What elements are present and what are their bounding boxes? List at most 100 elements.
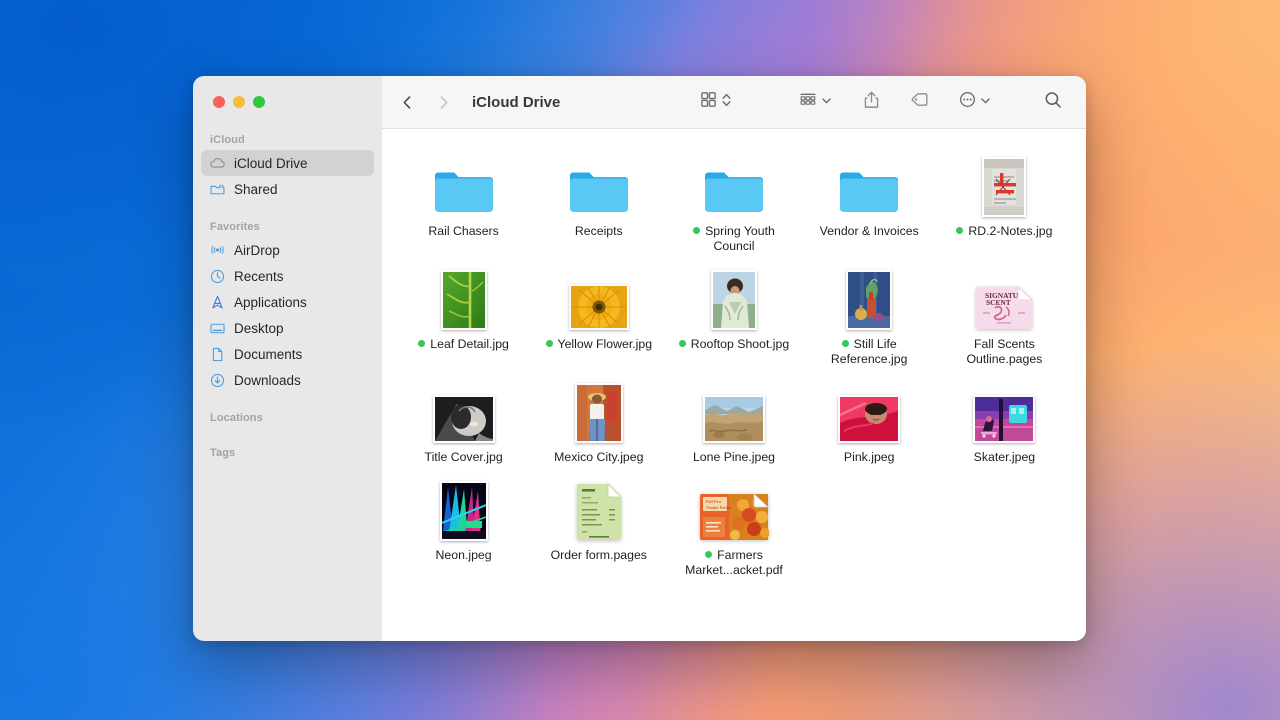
- file-label-text: Farmers Market...acket.pdf: [685, 548, 783, 577]
- navigation-buttons: [394, 89, 456, 115]
- view-switcher-button[interactable]: [694, 88, 737, 116]
- clock-icon: [209, 268, 226, 285]
- file-item[interactable]: RD.2-Notes.jpg: [937, 147, 1072, 254]
- sidebar-item-desktop[interactable]: Desktop: [201, 315, 374, 341]
- sidebar-item-icloud-drive[interactable]: iCloud Drive: [201, 150, 374, 176]
- file-label: Pink.jpeg: [843, 450, 895, 464]
- file-item[interactable]: Neon.jpeg: [396, 471, 531, 578]
- file-label: Leaf Detail.jpg: [418, 337, 509, 352]
- file-label: Yellow Flower.jpg: [545, 337, 652, 352]
- status-badge: [678, 340, 686, 347]
- search-button[interactable]: [1038, 88, 1068, 116]
- sidebar: iCloud iCloud Drive Shared Favorites Air…: [193, 76, 382, 641]
- status-badge: [841, 340, 849, 347]
- file-item[interactable]: Spring Youth Council: [666, 147, 801, 254]
- forward-button[interactable]: [430, 89, 456, 115]
- file-item[interactable]: Title Cover.jpg: [396, 373, 531, 465]
- minimize-button[interactable]: [233, 96, 245, 108]
- file-thumbnail: SIGNATU SCENT: [975, 264, 1034, 330]
- file-thumbnail: [576, 475, 622, 541]
- finder-window: iCloud iCloud Drive Shared Favorites Air…: [193, 76, 1086, 641]
- sidebar-section-favorites-list: AirDrop Recents Applications Desktop Doc…: [193, 237, 382, 393]
- sidebar-item-downloads[interactable]: Downloads: [201, 367, 374, 393]
- sidebar-item-airdrop[interactable]: AirDrop: [201, 237, 374, 263]
- desktop-wallpaper: iCloud iCloud Drive Shared Favorites Air…: [0, 0, 1280, 720]
- sidebar-section-locations-title: Locations: [210, 412, 263, 424]
- file-item[interactable]: Order form.pages: [531, 471, 666, 578]
- tag-button[interactable]: [904, 88, 935, 116]
- file-item[interactable]: SIGNATU SCENT Fall Scents Outline.pages: [937, 260, 1072, 367]
- pdf-document-icon: Fall Fest Vendor Packet: [699, 493, 769, 540]
- file-label: Still Life Reference.jpg: [810, 337, 928, 367]
- file-label: Neon.jpeg: [435, 548, 492, 562]
- file-item[interactable]: Vendor & Invoices: [802, 147, 937, 254]
- sidebar-section-favorites-title: Favorites: [210, 221, 260, 233]
- file-item[interactable]: Leaf Detail.jpg: [396, 260, 531, 367]
- file-label: Order form.pages: [550, 548, 647, 562]
- desktop-icon: [209, 320, 226, 337]
- photo-thumbnail: [710, 270, 757, 330]
- folder-icon: [569, 172, 628, 212]
- file-thumbnail: [838, 151, 900, 217]
- file-label: Mexico City.jpeg: [554, 450, 644, 464]
- main-panel: iCloud Drive Rail Chasers Receipts Sprin…: [382, 76, 1086, 641]
- file-thumbnail: [982, 151, 1027, 217]
- file-thumbnail: Fall Fest Vendor Packet: [699, 475, 769, 541]
- page-title: iCloud Drive: [472, 93, 561, 111]
- close-button[interactable]: [213, 96, 225, 108]
- sidebar-item-documents[interactable]: Documents: [201, 341, 374, 367]
- file-item[interactable]: Fall Fest Vendor Packet Farmers Market..…: [666, 471, 801, 578]
- maximize-button[interactable]: [253, 96, 265, 108]
- rooftop-portrait-image: [712, 272, 755, 328]
- file-item[interactable]: Pink.jpeg: [802, 373, 937, 465]
- photo-thumbnail: [574, 383, 623, 443]
- status-badge: [693, 227, 701, 234]
- pink-portrait-image: [840, 397, 899, 441]
- lone-pine-desert-image: [704, 397, 763, 441]
- sidebar-item-recents[interactable]: Recents: [201, 263, 374, 289]
- photo-thumbnail: [702, 395, 765, 443]
- photo-thumbnail: [846, 270, 893, 330]
- more-options-button[interactable]: [953, 88, 996, 116]
- file-label-text: RD.2-Notes.jpg: [968, 224, 1053, 238]
- chevron-updown-icon: [721, 91, 732, 114]
- file-item[interactable]: Skater.jpeg: [937, 373, 1072, 465]
- sidebar-item-shared[interactable]: Shared: [201, 176, 374, 202]
- file-thumbnail: [703, 151, 765, 217]
- file-label: RD.2-Notes.jpg: [956, 224, 1052, 239]
- share-button[interactable]: [857, 88, 886, 116]
- photo-thumbnail: [432, 395, 495, 443]
- file-label: Vendor & Invoices: [819, 224, 919, 238]
- file-thumbnail: [702, 377, 765, 443]
- window-controls: [193, 76, 382, 128]
- file-thumbnail: [838, 377, 901, 443]
- file-item[interactable]: Rooftop Shoot.jpg: [666, 260, 801, 367]
- file-thumbnail: [973, 377, 1036, 443]
- file-label-text: Spring Youth Council: [705, 224, 775, 253]
- group-by-button[interactable]: [793, 88, 837, 116]
- back-button[interactable]: [394, 89, 420, 115]
- file-label: Farmers Market...acket.pdf: [675, 548, 793, 578]
- mexico-city-image: [576, 385, 621, 441]
- file-item[interactable]: Yellow Flower.jpg: [531, 260, 666, 367]
- file-item[interactable]: Receipts: [531, 147, 666, 254]
- search-icon: [1043, 90, 1063, 115]
- status-badge: [956, 227, 964, 234]
- sidebar-item-applications[interactable]: Applications: [201, 289, 374, 315]
- sidebar-section-tags-title: Tags: [210, 447, 236, 459]
- file-thumbnail: [433, 151, 495, 217]
- file-item[interactable]: Rail Chasers: [396, 147, 531, 254]
- photo-thumbnail: [973, 395, 1036, 443]
- folder-icon: [434, 172, 493, 212]
- photo-thumbnail: [440, 270, 487, 330]
- file-label: Spring Youth Council: [675, 224, 793, 254]
- file-item[interactable]: Lone Pine.jpeg: [666, 373, 801, 465]
- file-label: Skater.jpeg: [973, 450, 1036, 464]
- status-badge: [545, 340, 553, 347]
- file-item[interactable]: Mexico City.jpeg: [531, 373, 666, 465]
- file-thumbnail: [568, 151, 630, 217]
- file-item[interactable]: Still Life Reference.jpg: [802, 260, 937, 367]
- status-badge: [418, 340, 426, 347]
- svg-text:Vendor Packet: Vendor Packet: [706, 505, 732, 510]
